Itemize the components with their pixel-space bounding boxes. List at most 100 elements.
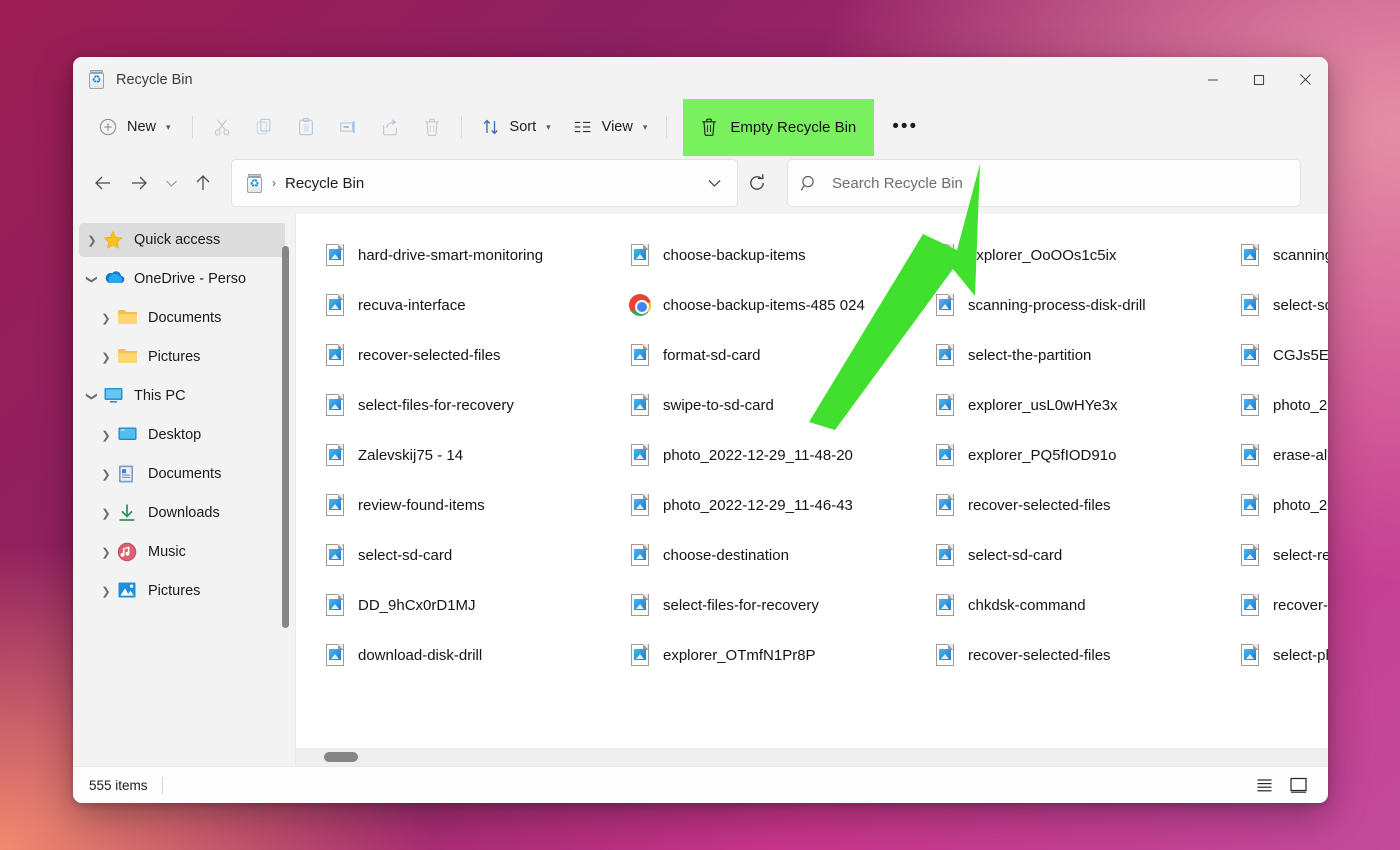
- file-list-item[interactable]: review-found-items: [318, 480, 615, 530]
- see-more-button[interactable]: •••: [882, 109, 928, 145]
- chevron-right-icon[interactable]: ❯: [95, 546, 117, 559]
- file-name-label: photo_2022-12-29_11-46-43: [663, 496, 853, 514]
- file-list-item[interactable]: recuva-interface: [318, 280, 615, 330]
- file-list-item[interactable]: scanning-process-disk-drill: [928, 280, 1225, 330]
- breadcrumb-current-folder[interactable]: Recycle Bin: [285, 175, 364, 192]
- file-list-item[interactable]: recover-selected-files: [318, 330, 615, 380]
- cut-button[interactable]: [201, 109, 243, 145]
- sidebar-item-onedrive-perso[interactable]: ❯ OneDrive - Perso: [79, 262, 287, 296]
- picture-file-icon: [629, 543, 651, 567]
- file-list-item[interactable]: photo_2022-12-29_11-46-43: [623, 480, 920, 530]
- sort-button[interactable]: Sort ▾: [470, 109, 562, 145]
- file-list-item[interactable]: select-sd-card: [928, 530, 1225, 580]
- file-list-item[interactable]: select-sd-card: [318, 530, 615, 580]
- forward-button[interactable]: [121, 165, 157, 201]
- file-list-item[interactable]: choose-destination: [623, 530, 920, 580]
- command-bar: New ▾ Sort ▾ View ▾ Empty Recycle Bin ••…: [73, 98, 1328, 156]
- file-list-item[interactable]: chkdsk-command: [928, 580, 1225, 630]
- horizontal-scrollbar-track[interactable]: [296, 748, 1328, 766]
- back-button[interactable]: [85, 165, 121, 201]
- picture-file-icon: [934, 543, 956, 567]
- file-list-item[interactable]: recover-selected-files: [928, 630, 1225, 680]
- empty-recycle-bin-button[interactable]: Empty Recycle Bin: [683, 98, 875, 156]
- refresh-button[interactable]: [740, 166, 774, 200]
- file-list-item[interactable]: photo_202: [1233, 480, 1328, 530]
- sidebar-item-music[interactable]: ❯ Music: [93, 535, 287, 569]
- trash-icon: [424, 118, 439, 136]
- file-list-item[interactable]: format-sd-card: [623, 330, 920, 380]
- sidebar-item-this-pc[interactable]: ❯ This PC: [79, 379, 287, 413]
- file-list-item[interactable]: recover-selected-files: [928, 480, 1225, 530]
- file-list-item[interactable]: DD_9hCx0rD1MJ: [318, 580, 615, 630]
- sidebar-item-quick-access[interactable]: ❯ Quick access: [79, 223, 287, 257]
- up-button[interactable]: [185, 165, 221, 201]
- picture-file-icon: [1239, 643, 1261, 667]
- file-list-item[interactable]: explorer_OoOOs1c5ix: [928, 230, 1225, 280]
- recent-locations-button[interactable]: [157, 165, 185, 201]
- file-list-item[interactable]: select-files-for-recovery: [623, 580, 920, 630]
- file-list-item[interactable]: select-files-for-recovery: [318, 380, 615, 430]
- status-separator: [161, 776, 163, 794]
- file-list-item[interactable]: choose-backup-items-485 024: [623, 280, 920, 330]
- sidebar-item-label: Desktop: [148, 427, 202, 443]
- chevron-right-icon[interactable]: ❯: [95, 507, 117, 520]
- file-list-item[interactable]: swipe-to-sd-card: [623, 380, 920, 430]
- file-list-item[interactable]: select-the-partition: [928, 330, 1225, 380]
- file-list-item[interactable]: select-sd-c: [1233, 280, 1328, 330]
- chevron-right-icon[interactable]: ❯: [95, 468, 117, 481]
- large-icons-view-button[interactable]: [1283, 771, 1314, 799]
- file-list-item[interactable]: photo_2022-12-29_11-48-20: [623, 430, 920, 480]
- search-input[interactable]: [832, 174, 1288, 192]
- file-list-item[interactable]: erase-all-co: [1233, 430, 1328, 480]
- file-list-item[interactable]: photo_202: [1233, 380, 1328, 430]
- breadcrumb[interactable]: ♻ › Recycle Bin: [231, 159, 738, 207]
- rename-button[interactable]: [327, 109, 369, 145]
- chevron-down-icon[interactable]: ❯: [86, 268, 99, 290]
- maximize-button[interactable]: [1236, 57, 1282, 102]
- picture-file-icon: [934, 243, 956, 267]
- file-list-item[interactable]: select-recer: [1233, 530, 1328, 580]
- file-list-item[interactable]: explorer_usL0wHYe3x: [928, 380, 1225, 430]
- paste-button[interactable]: [285, 109, 327, 145]
- sidebar-item-pictures[interactable]: ❯ Pictures: [93, 340, 287, 374]
- file-list-item[interactable]: choose-backup-items: [623, 230, 920, 280]
- file-list-item[interactable]: CGJs5EnKli: [1233, 330, 1328, 380]
- breadcrumb-dropdown-button[interactable]: [697, 166, 731, 200]
- search-box[interactable]: [787, 159, 1301, 207]
- file-list-item[interactable]: Zalevskij75 - 14: [318, 430, 615, 480]
- share-button[interactable]: [369, 109, 411, 145]
- chevron-right-icon[interactable]: ❯: [95, 351, 117, 364]
- file-list-item[interactable]: select-phot: [1233, 630, 1328, 680]
- sidebar-item-downloads[interactable]: ❯ Downloads: [93, 496, 287, 530]
- navigation-scrollbar-thumb[interactable]: [282, 246, 289, 628]
- chevron-down-icon[interactable]: ❯: [86, 385, 99, 407]
- copy-button[interactable]: [243, 109, 285, 145]
- file-list-item[interactable]: download-disk-drill: [318, 630, 615, 680]
- sidebar-item-pictures[interactable]: ❯ Pictures: [93, 574, 287, 608]
- sidebar-item-documents[interactable]: ❯ Documents: [93, 457, 287, 491]
- view-button[interactable]: View ▾: [562, 109, 659, 145]
- chevron-right-icon[interactable]: ❯: [95, 585, 117, 598]
- file-grid[interactable]: hard-drive-smart-monitoring recuva-interf…: [296, 214, 1328, 748]
- chevron-right-icon[interactable]: ❯: [95, 429, 117, 442]
- horizontal-scrollbar-thumb[interactable]: [324, 752, 358, 762]
- details-view-button[interactable]: [1249, 771, 1280, 799]
- title-bar-left: ♻ Recycle Bin: [73, 70, 193, 89]
- file-name-label: select-sd-card: [358, 546, 453, 564]
- chevron-right-icon[interactable]: ❯: [81, 234, 103, 247]
- file-list-item[interactable]: recover-sel: [1233, 580, 1328, 630]
- close-button[interactable]: [1282, 57, 1328, 102]
- file-list-item[interactable]: hard-drive-smart-monitoring: [318, 230, 615, 280]
- file-name-label: photo_202: [1273, 496, 1328, 514]
- file-list-item[interactable]: explorer_PQ5fIOD91o: [928, 430, 1225, 480]
- delete-button[interactable]: [411, 109, 453, 145]
- navigation-scrollbar-track[interactable]: [282, 224, 292, 628]
- new-button[interactable]: New ▾: [87, 109, 182, 145]
- file-list-item[interactable]: scanning-p: [1233, 230, 1328, 280]
- chevron-right-icon[interactable]: ❯: [95, 312, 117, 325]
- sidebar-item-documents[interactable]: ❯ Documents: [93, 301, 287, 335]
- minimize-button[interactable]: [1190, 57, 1236, 102]
- sidebar-item-desktop[interactable]: ❯ Desktop: [93, 418, 287, 452]
- chevron-down-icon: [165, 180, 177, 187]
- file-list-item[interactable]: explorer_OTmfN1Pr8P: [623, 630, 920, 680]
